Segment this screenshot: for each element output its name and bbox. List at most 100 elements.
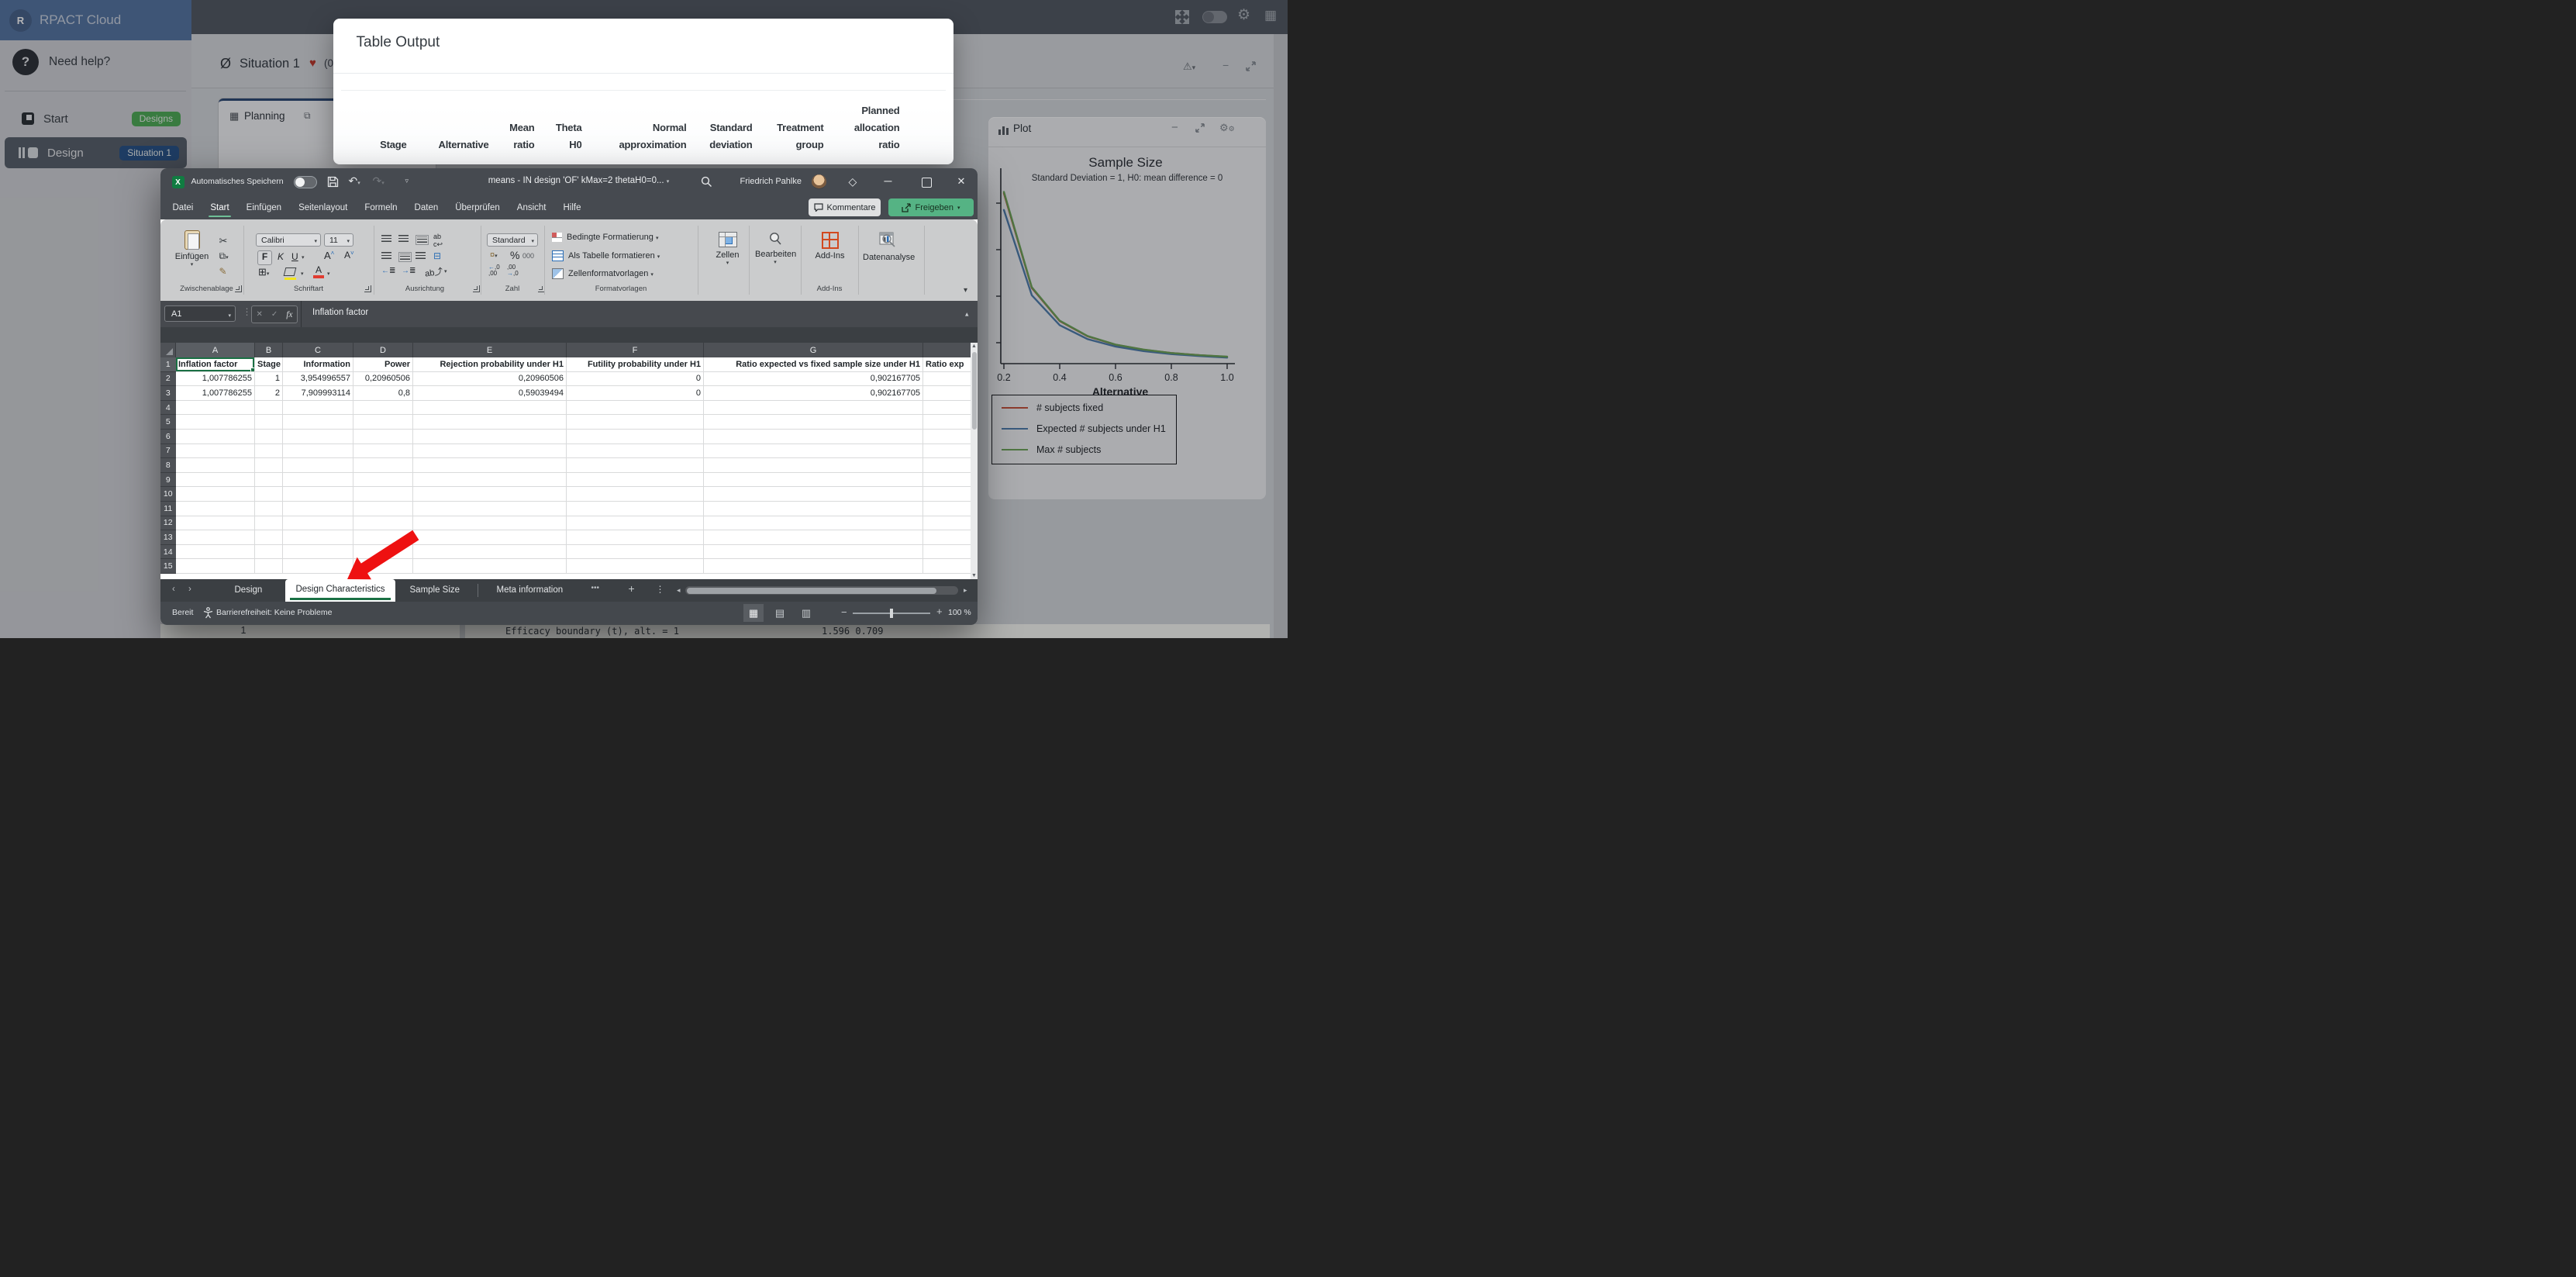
- grid-cell[interactable]: [176, 530, 255, 545]
- grid-cell[interactable]: [567, 487, 704, 502]
- menu-daten[interactable]: Daten: [406, 196, 447, 219]
- grid-cell[interactable]: [353, 501, 413, 516]
- percent-format-icon[interactable]: %: [510, 249, 519, 261]
- grid-cell[interactable]: [704, 501, 923, 516]
- grid-cell[interactable]: [567, 530, 704, 545]
- grid-cell[interactable]: [255, 458, 283, 473]
- grid-cell[interactable]: [176, 516, 255, 531]
- row-header[interactable]: 9: [160, 472, 176, 488]
- grid-cell[interactable]: [413, 487, 567, 502]
- grid-cell[interactable]: [283, 443, 353, 459]
- column-header[interactable]: E: [413, 343, 567, 357]
- cell-styles-button[interactable]: Zellenformatvorlagen ▾: [552, 268, 653, 279]
- add-sheet-button[interactable]: +: [629, 582, 635, 595]
- menu-hilfe[interactable]: Hilfe: [555, 196, 590, 219]
- grid-cell[interactable]: [567, 559, 704, 574]
- column-header[interactable]: F: [567, 343, 704, 357]
- spreadsheet-grid[interactable]: A B C D E F G 1 Inflation factor Stage Information…: [160, 343, 978, 579]
- grid-horizontal-scrollbar[interactable]: [685, 586, 958, 595]
- window-close[interactable]: ✕: [957, 175, 966, 188]
- grid-cell[interactable]: [704, 429, 923, 444]
- grid-cell[interactable]: [923, 401, 971, 416]
- grid-cell[interactable]: 1: [255, 371, 283, 387]
- grid-cell[interactable]: [176, 559, 255, 574]
- gem-icon[interactable]: ◇: [849, 175, 857, 188]
- row-header[interactable]: 5: [160, 415, 176, 430]
- row-header[interactable]: 12: [160, 516, 176, 531]
- grid-cell[interactable]: [567, 429, 704, 444]
- align-right-icon[interactable]: [416, 252, 426, 259]
- conditional-formatting-button[interactable]: Bedingte Formatierung ▾: [552, 233, 658, 242]
- italic-button[interactable]: K: [278, 251, 284, 262]
- grid-cell[interactable]: [255, 400, 283, 416]
- grid-cell[interactable]: [704, 487, 923, 502]
- grid-cell[interactable]: [176, 544, 255, 560]
- font-name-select[interactable]: Calibri ▾: [256, 233, 321, 247]
- zoom-out-icon[interactable]: −: [841, 606, 847, 618]
- grid-cell[interactable]: 1,007786255: [176, 371, 255, 387]
- row-header[interactable]: 2: [160, 371, 176, 387]
- grid-cell[interactable]: [567, 516, 704, 531]
- grid-cell[interactable]: [923, 372, 971, 387]
- grid-cell[interactable]: [704, 559, 923, 574]
- search-icon[interactable]: [701, 176, 712, 188]
- grid-vertical-scrollbar[interactable]: ▲ ▼: [971, 343, 978, 579]
- window-minimize[interactable]: ─: [885, 174, 892, 187]
- grid-cell[interactable]: 0,59039494: [413, 386, 567, 401]
- row-header[interactable]: 3: [160, 386, 176, 401]
- cut-icon[interactable]: ✂: [219, 235, 228, 247]
- align-top-icon[interactable]: [381, 235, 391, 242]
- grid-cell[interactable]: [704, 443, 923, 459]
- grid-cell[interactable]: [176, 472, 255, 488]
- menu-einfuegen[interactable]: Einfügen: [238, 196, 290, 219]
- accessibility-icon[interactable]: [203, 607, 213, 619]
- grid-cell[interactable]: [255, 487, 283, 502]
- increase-indent-icon[interactable]: →≣: [402, 267, 416, 275]
- menu-formeln[interactable]: Formeln: [356, 196, 405, 219]
- grid-cell[interactable]: [923, 444, 971, 459]
- menu-ueberpruefen[interactable]: Überprüfen: [447, 196, 509, 219]
- zoom-slider[interactable]: [853, 609, 930, 618]
- cells-button[interactable]: Zellen ▾: [712, 232, 743, 266]
- underline-dropdown[interactable]: ▾: [302, 254, 305, 261]
- column-header[interactable]: [923, 343, 971, 357]
- row-header[interactable]: 15: [160, 559, 176, 574]
- grid-cell[interactable]: 1,007786255: [176, 386, 255, 401]
- quick-access-more-icon[interactable]: ▿: [405, 177, 409, 185]
- grid-cell[interactable]: 0,8: [353, 386, 413, 401]
- grid-cell[interactable]: [413, 415, 567, 430]
- grid-cell[interactable]: [353, 458, 413, 473]
- grid-cell[interactable]: [704, 516, 923, 531]
- row-header[interactable]: 11: [160, 501, 176, 516]
- grid-cell[interactable]: [255, 429, 283, 444]
- grid-cell[interactable]: [283, 501, 353, 516]
- grid-cell[interactable]: [567, 443, 704, 459]
- grid-cell[interactable]: [283, 415, 353, 430]
- menu-seitenlayout[interactable]: Seitenlayout: [290, 196, 356, 219]
- grid-cell[interactable]: [413, 472, 567, 488]
- redo-icon[interactable]: ↷▾: [373, 174, 385, 188]
- grid-cell[interactable]: 0: [567, 386, 704, 401]
- grid-cell[interactable]: [413, 429, 567, 444]
- hscroll-right-icon[interactable]: ▸: [964, 586, 967, 595]
- grid-cell[interactable]: 0,902167705: [704, 371, 923, 387]
- grid-cell[interactable]: 0,20960506: [353, 371, 413, 387]
- data-analysis-button[interactable]: Datenanalyse: [863, 232, 915, 262]
- column-header[interactable]: A: [176, 343, 255, 357]
- grid-cell[interactable]: [176, 487, 255, 502]
- grid-cell[interactable]: [283, 487, 353, 502]
- grid-cell[interactable]: Ratio exp: [923, 357, 971, 372]
- column-header[interactable]: G: [704, 343, 923, 357]
- grid-cell[interactable]: Inflation factor: [176, 357, 255, 372]
- grid-cell[interactable]: [923, 487, 971, 502]
- row-header[interactable]: 13: [160, 530, 176, 545]
- sheet-tab-meta-information[interactable]: Meta information: [497, 585, 564, 595]
- row-header[interactable]: 10: [160, 487, 176, 502]
- grid-cell[interactable]: [567, 415, 704, 430]
- comments-button[interactable]: Kommentare: [809, 198, 881, 216]
- grid-cell[interactable]: [567, 472, 704, 488]
- grid-cell[interactable]: [283, 458, 353, 473]
- grid-cell[interactable]: [704, 544, 923, 560]
- document-title[interactable]: means - IN design 'OF' kMax=2 thetaH0=0.…: [432, 176, 726, 185]
- grid-cell[interactable]: Stage: [255, 357, 283, 372]
